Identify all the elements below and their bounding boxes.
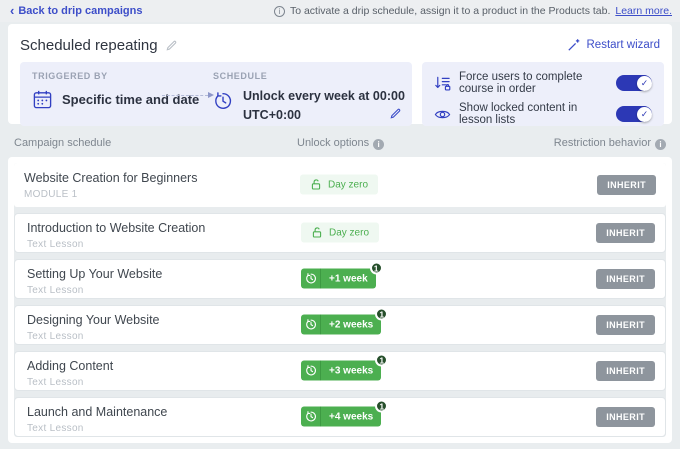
show-locked-label: Show locked content in lesson lists [459, 102, 608, 126]
campaign-title: Scheduled repeating [20, 37, 158, 54]
page-title: Scheduled repeating [20, 37, 178, 54]
calendar-icon [32, 89, 53, 110]
schedule-line1: Unlock every week at 00:00 [243, 87, 405, 106]
unlock-count-badge: 1 [370, 262, 383, 275]
inherit-button[interactable]: INHERIT [596, 361, 655, 381]
restart-wizard-button[interactable]: Restart wizard [567, 38, 661, 52]
schedule-line2: UTC+0:00 [243, 106, 405, 125]
table-header-row: Campaign schedule Unlock optionsi Restri… [8, 124, 672, 157]
notice-text: To activate a drip schedule, assign it t… [290, 5, 610, 17]
delay-badge[interactable]: +2 weeks 1 [301, 315, 381, 335]
activation-notice: i To activate a drip schedule, assign it… [274, 5, 672, 17]
course-settings-panel: Force users to complete course in order … [422, 62, 664, 126]
force-order-toggle[interactable]: ✓ [616, 75, 652, 91]
edit-title-pencil-icon[interactable] [165, 39, 178, 52]
history-clock-icon [301, 269, 321, 289]
inherit-button[interactable]: INHERIT [596, 315, 655, 335]
unlock-label: Day zero [329, 227, 369, 238]
lesson-row[interactable]: Launch and Maintenance Text Lesson +4 we… [14, 397, 666, 437]
toggle-check-icon: ✓ [637, 107, 652, 122]
lessons-list: Website Creation for Beginners MODULE 1 … [14, 163, 666, 437]
restart-wizard-label: Restart wizard [587, 39, 661, 51]
back-to-drip-campaigns-link[interactable]: ‹ Back to drip campaigns [10, 5, 142, 17]
campaign-schedule-card: Website Creation for Beginners MODULE 1 … [8, 157, 672, 443]
force-order-row: Force users to complete course in order … [434, 71, 652, 95]
eye-icon [434, 106, 451, 123]
unlocked-padlock-icon [310, 179, 322, 191]
sort-lock-icon [434, 75, 451, 92]
lesson-row[interactable]: Introduction to Website Creation Text Le… [14, 213, 666, 253]
column-unlock-options: Unlock optionsi [297, 137, 384, 150]
restriction-info-icon[interactable]: i [655, 139, 666, 150]
inherit-button[interactable]: INHERIT [597, 175, 656, 195]
history-clock-icon [213, 91, 233, 125]
chevron-left-icon: ‹ [10, 4, 14, 17]
inherit-button[interactable]: INHERIT [596, 269, 655, 289]
delay-badge[interactable]: +1 week 1 [301, 269, 376, 289]
back-link-label: Back to drip campaigns [18, 5, 142, 17]
history-clock-icon [301, 361, 321, 381]
unlock-label: +2 weeks [321, 315, 381, 335]
day-zero-badge[interactable]: Day zero [301, 223, 379, 243]
flow-arrow [162, 95, 208, 96]
wand-icon [567, 38, 581, 52]
column-campaign-schedule: Campaign schedule [14, 137, 111, 149]
topbar: ‹ Back to drip campaigns i To activate a… [0, 0, 680, 22]
day-zero-badge[interactable]: Day zero [300, 175, 378, 195]
unlock-label: +1 week [321, 269, 376, 289]
lesson-row[interactable]: Designing Your Website Text Lesson +2 we… [14, 305, 666, 345]
unlock-label: +3 weeks [321, 361, 381, 381]
inherit-button[interactable]: INHERIT [596, 407, 655, 427]
info-icon: i [274, 6, 285, 17]
module-row[interactable]: Website Creation for Beginners MODULE 1 … [14, 163, 666, 207]
force-order-label: Force users to complete course in order [459, 71, 608, 95]
unlock-label: Day zero [328, 179, 368, 190]
delay-badge[interactable]: +3 weeks 1 [301, 361, 381, 381]
show-locked-toggle[interactable]: ✓ [616, 106, 652, 122]
trigger-schedule-panel: TRIGGERED BY Specific time and date SCHE… [20, 62, 412, 126]
history-clock-icon [301, 315, 321, 335]
learn-more-link[interactable]: Learn more. [615, 5, 672, 17]
unlock-info-icon[interactable]: i [373, 139, 384, 150]
show-locked-row: Show locked content in lesson lists ✓ [434, 102, 652, 126]
inherit-button[interactable]: INHERIT [596, 223, 655, 243]
schedule-label: SCHEDULE [213, 71, 405, 81]
delay-badge[interactable]: +4 weeks 1 [301, 407, 381, 427]
unlocked-padlock-icon [311, 227, 323, 239]
history-clock-icon [301, 407, 321, 427]
lesson-row[interactable]: Adding Content Text Lesson +3 weeks 1 IN… [14, 351, 666, 391]
campaign-header-card: Scheduled repeating Restart wizard TRIG [8, 24, 672, 124]
lesson-row[interactable]: Setting Up Your Website Text Lesson +1 w… [14, 259, 666, 299]
toggle-check-icon: ✓ [637, 76, 652, 91]
edit-schedule-pencil-icon[interactable] [389, 107, 402, 120]
column-restriction-behavior: Restriction behaviori [554, 137, 666, 150]
unlock-label: +4 weeks [321, 407, 381, 427]
